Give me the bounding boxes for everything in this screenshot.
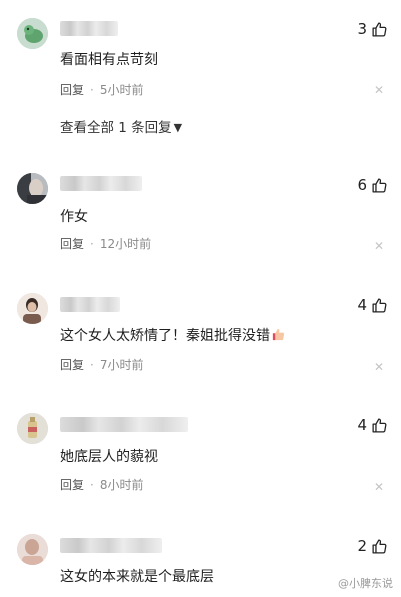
thumbs-up-icon: [372, 177, 387, 193]
username-blurred[interactable]: [60, 538, 162, 553]
comment-text: 她底层人的藐视: [60, 449, 158, 465]
avatar[interactable]: [17, 173, 48, 204]
username-blurred[interactable]: [60, 176, 142, 191]
view-all-replies[interactable]: 查看全部 1 条回复 ▼: [60, 116, 182, 136]
username-blurred[interactable]: [60, 21, 118, 36]
timestamp: 12小时前: [99, 237, 152, 251]
thumbs-up-icon: [372, 538, 387, 554]
comment-meta: 回复 · 5小时前: [60, 81, 143, 98]
timestamp: 5小时前: [99, 83, 144, 97]
watermark: @小脾东说: [338, 577, 393, 590]
avatar[interactable]: [17, 18, 48, 49]
timestamp: 7小时前: [99, 358, 144, 372]
like-count: 2: [357, 537, 367, 555]
like-button[interactable]: 6: [357, 176, 388, 194]
timestamp: 8小时前: [99, 478, 144, 492]
like-count: 6: [357, 176, 367, 194]
thumbs-up-icon: [372, 417, 387, 433]
reply-button[interactable]: 回复: [60, 237, 84, 251]
chevron-down-icon: ▼: [173, 121, 183, 134]
like-button[interactable]: 2: [357, 537, 388, 555]
close-icon[interactable]: ✕: [374, 480, 384, 494]
comment-text: 看面相有点苛刻: [60, 52, 158, 68]
separator-dot: ·: [90, 358, 94, 372]
comment-text-label: 这个女人太矫情了！秦姐批得没错: [60, 328, 270, 344]
close-icon[interactable]: ✕: [374, 360, 384, 374]
avatar[interactable]: [17, 534, 48, 565]
close-icon[interactable]: ✕: [374, 239, 384, 253]
username-blurred[interactable]: [60, 297, 120, 312]
comment-meta: 回复 · 8小时前: [60, 476, 143, 493]
close-icon[interactable]: ✕: [374, 83, 384, 97]
thumbs-up-icon: [372, 297, 387, 313]
thumbs-up-emoji-icon: [272, 328, 285, 341]
avatar[interactable]: [17, 413, 48, 444]
separator-dot: ·: [90, 237, 94, 251]
avatar[interactable]: [17, 293, 48, 324]
comment-text: 这个女人太矫情了！秦姐批得没错: [60, 325, 286, 345]
like-button[interactable]: 3: [357, 20, 388, 38]
like-button[interactable]: 4: [357, 416, 388, 434]
thumbs-up-icon: [372, 21, 387, 37]
separator-dot: ·: [90, 83, 94, 97]
like-count: 4: [357, 296, 367, 314]
comment-meta: 回复 · 12小时前: [60, 235, 151, 252]
reply-button[interactable]: 回复: [60, 83, 84, 97]
comment-meta: 回复 · 7小时前: [60, 356, 143, 373]
comment-text: 作女: [60, 209, 88, 225]
separator-dot: ·: [90, 478, 94, 492]
username-blurred[interactable]: [60, 417, 188, 432]
reply-button[interactable]: 回复: [60, 358, 84, 372]
reply-button[interactable]: 回复: [60, 478, 84, 492]
comment-text: 这女的本来就是个最底层: [60, 569, 214, 585]
view-all-label: 查看全部 1 条回复: [60, 120, 172, 136]
like-count: 4: [357, 416, 367, 434]
like-button[interactable]: 4: [357, 296, 388, 314]
like-count: 3: [357, 20, 367, 38]
